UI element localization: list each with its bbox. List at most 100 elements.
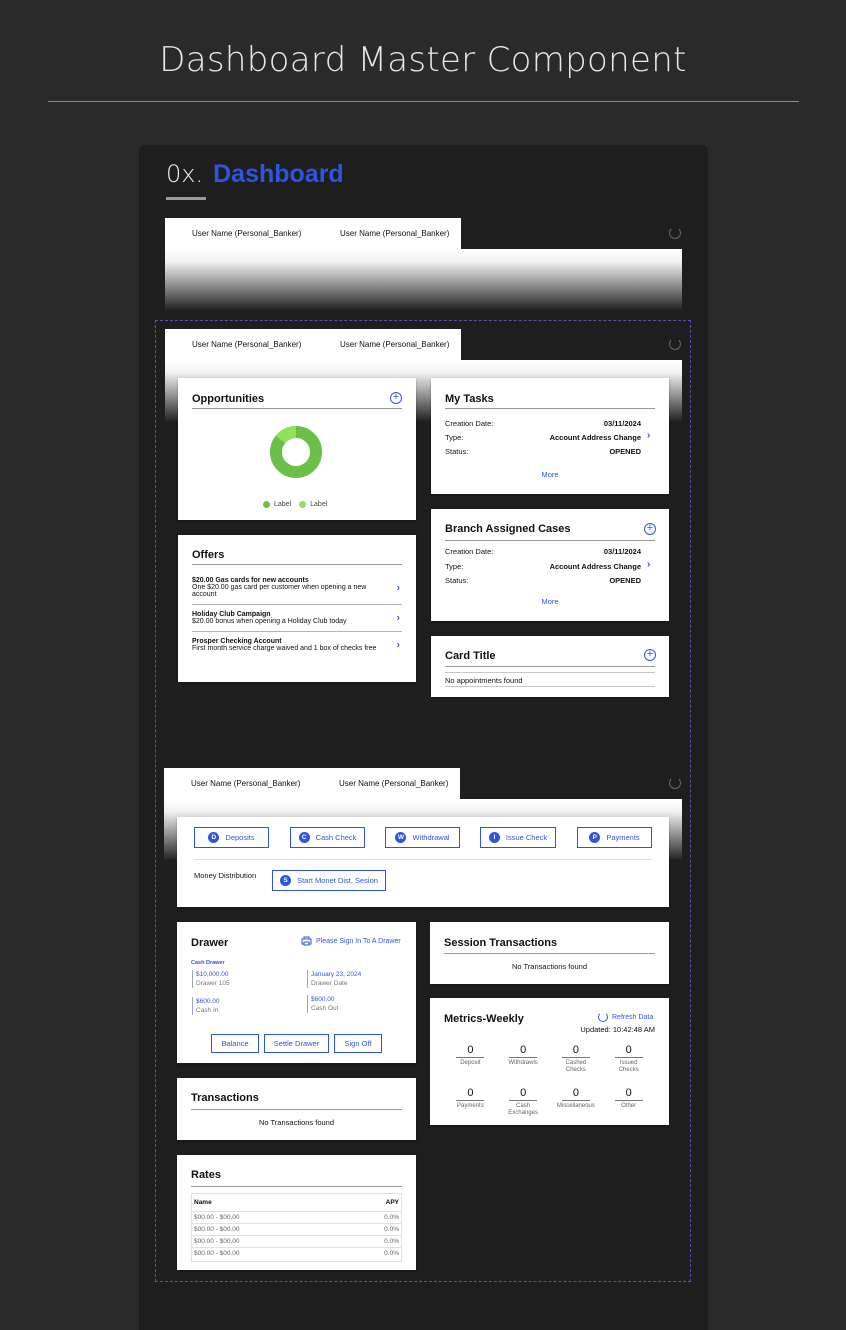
section-title: Dashboard <box>213 160 344 188</box>
rates-card: Rates Name APY $00.00 - $00.00 0.0% $00.00… <box>177 1155 416 1270</box>
withdrawal-button[interactable]: W Withdrawal <box>385 827 460 848</box>
card-divider <box>191 1109 402 1110</box>
rates-header: Name APY <box>192 1196 401 1212</box>
balance-button[interactable]: Balance <box>211 1034 259 1053</box>
legend-dot-2 <box>299 501 307 508</box>
rates-row: $00.00 - $00.00 0.0% <box>192 1236 401 1248</box>
card-divider <box>191 1186 402 1187</box>
donut-slice-2 <box>275 426 297 444</box>
section-heading: 0x. Dashboard <box>166 160 344 189</box>
settle-drawer-button[interactable]: Settle Drawer <box>264 1034 329 1053</box>
tab-user-2[interactable]: User Name (Personal_Banker) <box>312 768 460 799</box>
payments-button[interactable]: P Payments <box>577 827 652 848</box>
metrics-title: Metrics-Weekly <box>444 1013 524 1025</box>
tab-bar-1: User Name (Personal_Banker) User Name (P… <box>165 218 461 249</box>
metric-deposit: 0 Deposit <box>444 1044 497 1074</box>
rates-title: Rates <box>191 1169 221 1181</box>
offers-list: $20.00 Gas cards for new accounts One $20… <box>192 571 402 658</box>
more-link[interactable]: More <box>431 597 669 606</box>
sign-off-button[interactable]: Sign Off <box>334 1034 382 1053</box>
rates-row: $00.00 - $00.00 0.0% <box>192 1212 401 1224</box>
tab-user-1[interactable]: User Name (Personal_Banker) <box>164 768 312 799</box>
cash-in: $600.00 Cash In <box>192 997 220 1015</box>
rates-row: $00.00 - $00.00 0.0% <box>192 1224 401 1236</box>
my-tasks-card: My Tasks Creation Date: 03/11/2024 Type: A… <box>431 378 669 494</box>
more-link[interactable]: More <box>431 470 669 479</box>
drawer-date: January 23, 2024 Drawer Date <box>307 970 361 988</box>
empty-message: No Transactions found <box>258 1118 335 1127</box>
printer-icon <box>301 936 312 946</box>
tab-bar-2: User Name (Personal_Banker) User Name (P… <box>165 329 461 360</box>
offer-item[interactable]: Prosper Checking Account First month serv… <box>192 632 402 658</box>
tab-user-2[interactable]: User Name (Personal_Banker) <box>313 218 461 249</box>
sign-in-link[interactable]: Please Sign In To A Drawer <box>301 936 401 946</box>
refresh-icon[interactable] <box>669 227 681 239</box>
metrics-grid: 0 Deposit 0 Withdrawls 0 Cashed Checks 0 Iss… <box>444 1044 655 1117</box>
empty-message: No appointments found <box>445 676 523 685</box>
offers-title: Offers <box>192 549 225 561</box>
metric-withdrawls: 0 Withdrawls <box>508 1044 538 1066</box>
metric-cash-exchanges: 0 Cash Exchanges <box>508 1087 538 1116</box>
case-row-type: Type: Account Address Change <box>445 562 641 571</box>
opportunities-donut-chart <box>270 426 322 478</box>
add-icon[interactable]: + <box>644 649 656 661</box>
section-number: 0x. <box>166 160 204 188</box>
offers-card: Offers $20.00 Gas cards for new accounts… <box>178 535 416 682</box>
deposits-button[interactable]: D Deposits <box>194 827 269 848</box>
card-title: Card Title <box>445 650 496 662</box>
card-divider <box>194 859 652 860</box>
cash-drawer-label: Cash Drawer <box>191 960 225 966</box>
card-divider <box>192 408 402 409</box>
money-distribution-label: Money Distribution <box>194 871 257 880</box>
metric-issued-checks: 0 Issued Checks <box>602 1044 655 1074</box>
opportunities-card: Opportunities + Label Label <box>178 378 416 520</box>
case-row-date: Creation Date: 03/11/2024 <box>445 547 641 556</box>
refresh-icon <box>598 1012 608 1022</box>
heading-underline <box>166 197 206 200</box>
tab-user-1[interactable]: User Name (Personal_Banker) <box>165 329 313 360</box>
tab-bar-3: User Name (Personal_Banker) User Name (P… <box>164 768 460 799</box>
refresh-data-button[interactable]: Refresh Data <box>598 1012 653 1022</box>
card-divider <box>192 564 402 565</box>
metric-other: 0 Other <box>602 1087 655 1117</box>
add-icon[interactable]: + <box>644 523 656 535</box>
tab-user-2[interactable]: User Name (Personal_Banker) <box>313 329 461 360</box>
offer-item[interactable]: Holiday Club Campaign $20.00 bonus when o… <box>192 605 402 632</box>
start-money-distribution-button[interactable]: S Start Monet Dist. Sesion <box>272 870 386 891</box>
refresh-icon[interactable] <box>669 777 681 789</box>
task-row-date: Creation Date: 03/11/2024 <box>445 419 641 428</box>
my-tasks-title: My Tasks <box>445 393 494 405</box>
cash-check-button[interactable]: C Cash Check <box>290 827 365 848</box>
add-icon[interactable]: + <box>390 392 402 404</box>
chevron-right-icon[interactable]: › <box>397 640 400 651</box>
appointments-card: Card Title + No appointments found <box>431 636 669 697</box>
transactions-title: Transactions <box>191 1092 259 1104</box>
chevron-right-icon[interactable]: › <box>647 559 650 570</box>
opportunities-title: Opportunities <box>192 393 265 405</box>
tab-user-1[interactable]: User Name (Personal_Banker) <box>165 218 313 249</box>
card-divider <box>445 686 655 687</box>
issue-check-button[interactable]: I Issue Check <box>480 827 556 848</box>
metric-cashed-checks: 0 Cashed Checks <box>550 1044 603 1074</box>
card-divider <box>445 540 655 541</box>
refresh-icon[interactable] <box>669 338 681 350</box>
transactions-card: Transactions No Transactions found <box>177 1078 416 1140</box>
header-gradient-1 <box>165 249 682 311</box>
page-title: Dashboard Master Component <box>159 40 687 80</box>
chevron-right-icon[interactable]: › <box>647 430 650 441</box>
drawer-amount: $10,000.00 Drawer 105 <box>192 970 230 988</box>
session-transactions-card: Session Transactions No Transactions fou… <box>430 922 669 984</box>
task-row-status: Status: OPENED <box>445 447 641 456</box>
title-divider <box>48 101 799 102</box>
legend-label-2: Label <box>310 501 328 508</box>
chevron-right-icon[interactable]: › <box>397 613 400 624</box>
teller-actions-card: D Deposits C Cash Check W Withdrawal I Issue… <box>177 817 669 907</box>
card-divider <box>445 408 655 409</box>
offer-item[interactable]: $20.00 Gas cards for new accounts One $20… <box>192 571 402 605</box>
metric-miscellaneous: 0 Miscellaneous <box>556 1087 595 1109</box>
chevron-right-icon[interactable]: › <box>397 582 400 593</box>
rates-table: Name APY $00.00 - $00.00 0.0% $00.00 - $00… <box>191 1193 402 1262</box>
card-divider <box>445 666 655 667</box>
card-divider <box>444 953 655 954</box>
cash-out: $600.00 Cash Out <box>307 995 338 1013</box>
